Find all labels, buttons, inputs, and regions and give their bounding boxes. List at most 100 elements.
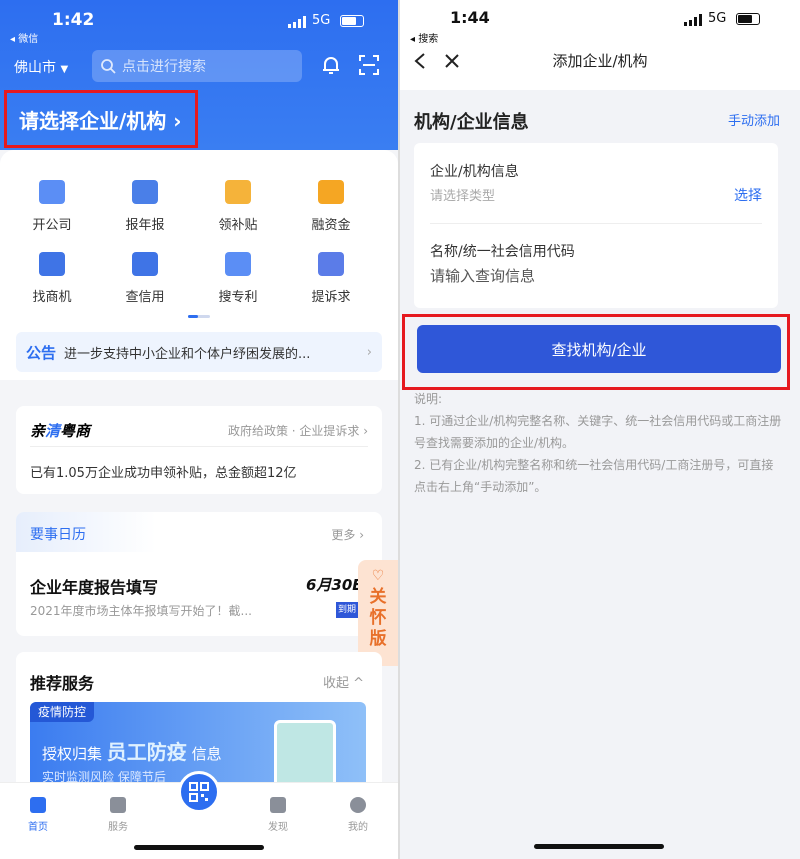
announcement-bar[interactable]: 公告 进一步支持中小企业和个体户纾困发展的... › bbox=[16, 332, 382, 372]
select-enterprise-button[interactable]: 请选择企业/机构 › bbox=[4, 90, 198, 148]
collapse-link[interactable]: 收起 ^ bbox=[323, 672, 364, 691]
service-0[interactable]: 开公司 bbox=[12, 180, 92, 233]
tab-home-label: 首页 bbox=[28, 822, 48, 833]
care-label-1: 关 bbox=[369, 587, 387, 607]
finance-icon bbox=[318, 180, 344, 204]
service-6[interactable]: 搜专利 bbox=[198, 252, 278, 305]
home-icon bbox=[30, 797, 46, 813]
manual-add-link[interactable]: 手动添加 bbox=[728, 110, 780, 129]
search-input[interactable]: 点击进行搜索 bbox=[92, 50, 302, 82]
credit-icon bbox=[132, 252, 158, 276]
tab-services-label: 服务 bbox=[108, 822, 128, 833]
instructions: 说明: 1. 可通过企业/机构完整名称、关键字、统一社会信用代码或工商注册号查找… bbox=[414, 388, 784, 498]
patent-icon bbox=[225, 252, 251, 276]
network-label: 5G bbox=[312, 13, 331, 28]
policy-brand: 亲清粤商 bbox=[30, 420, 90, 441]
bell-icon[interactable] bbox=[320, 54, 342, 76]
banner-tag: 疫情防控 bbox=[30, 702, 95, 722]
instructions-line-2: 2. 已有企业/机构完整名称和统一社会信用代码/工商注册号，可直接点击右上角“手… bbox=[414, 458, 774, 494]
policy-card[interactable]: 亲清粤商 政府给政策 · 企业提诉求 › 已有1.05万企业成功申领补贴，总金额… bbox=[16, 406, 382, 494]
banner-headline: 授权归集 员工防疫 信息 bbox=[42, 736, 222, 765]
type-select[interactable]: 请选择类型 bbox=[430, 185, 495, 204]
back-to-app-link[interactable]: ◂ 微信 bbox=[10, 30, 38, 45]
form-divider bbox=[430, 223, 762, 224]
scan-icon[interactable] bbox=[358, 54, 380, 76]
status-time: 1:44 bbox=[450, 8, 490, 27]
brand-part-b: 清 bbox=[45, 422, 61, 440]
service-7[interactable]: 提诉求 bbox=[291, 252, 371, 305]
type-select-button[interactable]: 选择 bbox=[734, 185, 762, 205]
calendar-item-desc: 2021年度市场主体年报填写开始了！截... bbox=[30, 604, 252, 618]
policy-stat: 已有1.05万企业成功申领补贴，总金额超12亿 bbox=[30, 466, 297, 481]
company-icon bbox=[39, 180, 65, 204]
appeal-icon bbox=[318, 252, 344, 276]
back-to-app-link[interactable]: ◂ 搜索 bbox=[410, 30, 438, 45]
service-label: 找商机 bbox=[32, 290, 72, 305]
banner-main: 员工防疫 bbox=[106, 740, 187, 764]
query-input[interactable]: 请输入查询信息 bbox=[430, 265, 535, 286]
signal-icon bbox=[684, 14, 702, 26]
announcement-text: 进一步支持中小企业和个体户纾困发展的... bbox=[64, 346, 311, 362]
service-label: 查信用 bbox=[125, 290, 165, 305]
network-label: 5G bbox=[708, 11, 727, 26]
home-indicator bbox=[134, 845, 264, 850]
brand-part-a: 亲 bbox=[30, 422, 46, 440]
tab-discover[interactable]: 发现 bbox=[258, 797, 298, 833]
qr-scan-button[interactable] bbox=[178, 771, 220, 813]
tab-mine[interactable]: 我的 bbox=[338, 797, 378, 833]
report-icon bbox=[132, 180, 158, 204]
service-4[interactable]: 找商机 bbox=[12, 252, 92, 305]
policy-links[interactable]: 政府给政策 · 企业提诉求 › bbox=[228, 422, 368, 439]
service-label: 融资金 bbox=[311, 218, 351, 233]
battery-icon bbox=[340, 15, 364, 27]
service-5[interactable]: 查信用 bbox=[105, 252, 185, 305]
tab-home[interactable]: 首页 bbox=[18, 797, 58, 833]
service-3[interactable]: 融资金 bbox=[291, 180, 371, 233]
service-2[interactable]: 领补贴 bbox=[198, 180, 278, 233]
clipboard-icon bbox=[274, 720, 336, 790]
calendar-item-date: 6月30E bbox=[306, 576, 363, 594]
status-time: 1:42 bbox=[52, 10, 95, 30]
signal-icon bbox=[288, 16, 306, 28]
banner-post: 信息 bbox=[191, 745, 222, 763]
page-title: 添加企业/机构 bbox=[552, 52, 648, 70]
caret-down-icon: ▼ bbox=[60, 64, 69, 75]
service-1[interactable]: 报年报 bbox=[105, 180, 185, 233]
enterprise-form: 企业/机构信息 请选择类型 选择 名称/统一社会信用代码 请输入查询信息 bbox=[414, 143, 778, 308]
heart-icon: ♡ bbox=[371, 568, 385, 584]
calendar-title: 要事日历 bbox=[30, 527, 86, 543]
discover-icon bbox=[270, 797, 286, 813]
qr-code-icon bbox=[189, 782, 209, 802]
calendar-more-link[interactable]: 更多 › bbox=[331, 526, 364, 543]
care-mode-button[interactable]: ♡ 关 怀 版 bbox=[358, 560, 398, 666]
find-button-highlight: 查找机构/企业 bbox=[402, 314, 790, 390]
chevron-right-icon: › bbox=[366, 344, 372, 360]
section-title: 机构/企业信息 bbox=[414, 112, 529, 133]
city-selector[interactable]: 佛山市 ▼ bbox=[14, 57, 68, 77]
announcement-tag: 公告 bbox=[26, 343, 57, 362]
instructions-line-1: 1. 可通过企业/机构完整名称、关键字、统一社会信用代码或工商注册号查找需要添加… bbox=[414, 414, 782, 450]
city-label: 佛山市 bbox=[14, 60, 56, 76]
briefcase-icon bbox=[39, 252, 65, 276]
right-screen: 1:44 ◂ 搜索 5G 添加企业/机构 机构/企业信息 手动添加 企业/机构信… bbox=[400, 0, 800, 859]
care-label-3: 版 bbox=[369, 629, 387, 649]
subsidy-icon bbox=[225, 180, 251, 204]
service-label: 报年报 bbox=[125, 218, 165, 233]
page-indicator bbox=[188, 315, 210, 318]
tab-discover-label: 发现 bbox=[268, 822, 288, 833]
banner-pre: 授权归集 bbox=[42, 745, 103, 763]
tab-services[interactable]: 服务 bbox=[98, 797, 138, 833]
calendar-card: 要事日历 更多 › 企业年度报告填写 6月30E 2021年度市场主体年报填写开… bbox=[16, 512, 382, 636]
search-placeholder: 点击进行搜索 bbox=[122, 59, 206, 75]
service-label: 搜专利 bbox=[218, 290, 258, 305]
home-indicator bbox=[534, 844, 664, 849]
name-label: 名称/统一社会信用代码 bbox=[430, 244, 575, 260]
calendar-item-title[interactable]: 企业年度报告填写 bbox=[30, 574, 158, 598]
type-label: 企业/机构信息 bbox=[430, 164, 519, 180]
tab-mine-label: 我的 bbox=[348, 822, 368, 833]
care-label-2: 怀 bbox=[369, 608, 387, 628]
find-enterprise-button[interactable]: 查找机构/企业 bbox=[417, 325, 781, 373]
due-badge: 到期 bbox=[336, 602, 358, 618]
service-label: 领补贴 bbox=[218, 218, 258, 233]
brand-part-c: 粤商 bbox=[60, 422, 91, 440]
